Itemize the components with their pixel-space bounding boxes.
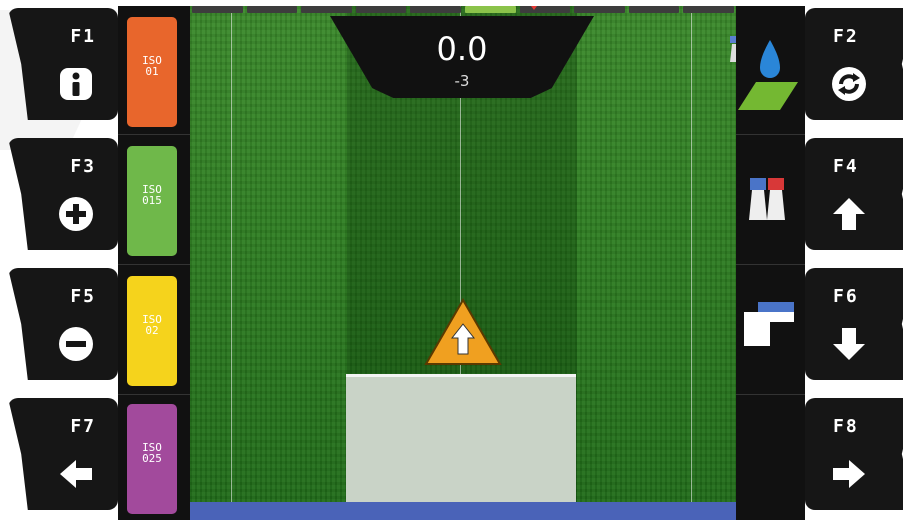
implement-boom	[346, 374, 576, 509]
f2-key[interactable]: F2	[805, 8, 903, 120]
arrow-down-icon	[829, 324, 869, 364]
boom-section	[683, 6, 734, 13]
speed-value: 0.0	[436, 30, 488, 68]
position-marker	[528, 6, 540, 10]
boom-section	[192, 6, 243, 13]
boom-section	[410, 6, 461, 13]
f1-label: F1	[70, 26, 96, 47]
boom-section	[355, 6, 407, 13]
nozzle-pair-icon[interactable]	[736, 174, 805, 234]
minus-icon	[56, 324, 96, 364]
arrow-right-icon	[829, 454, 869, 494]
f4-key[interactable]: F4	[805, 138, 903, 250]
f7-key[interactable]: F7	[8, 398, 118, 510]
iso-separator	[118, 394, 190, 395]
iso-025-button[interactable]: ISO 025	[127, 404, 177, 514]
control-separator	[736, 134, 805, 135]
iso-015-line2: 015	[142, 194, 162, 207]
guidance-line-left	[231, 6, 232, 506]
f6-key[interactable]: F6	[805, 268, 903, 380]
f3-label: F3	[70, 156, 96, 177]
iso-02-line2: 02	[145, 324, 159, 337]
f5-key[interactable]: F5	[8, 268, 118, 380]
boom-section	[464, 6, 516, 13]
refresh-icon	[829, 64, 869, 104]
control-separator	[736, 264, 805, 265]
iso-01-button[interactable]: ISO 01	[127, 17, 177, 127]
arrow-left-icon	[56, 454, 96, 494]
boom-section	[628, 6, 680, 13]
f8-label: F8	[833, 416, 859, 437]
boom-section	[574, 6, 625, 13]
f7-label: F7	[70, 416, 96, 437]
field-view: 0.0 -3	[190, 6, 800, 520]
boom-section	[246, 6, 298, 13]
main-display: ISO 01 ISO 015 ISO 02 ISO 025 0.0 -3	[118, 6, 805, 520]
vehicle-marker	[424, 298, 502, 366]
plus-icon	[56, 194, 96, 234]
iso-01-line2: 01	[145, 65, 159, 78]
info-icon	[56, 64, 96, 104]
guidance-line-right	[691, 6, 692, 506]
iso-025-line2: 025	[142, 452, 162, 465]
bottom-status-bar	[190, 502, 736, 520]
iso-02-button[interactable]: ISO 02	[127, 276, 177, 386]
f2-label: F2	[833, 26, 859, 47]
f4-label: F4	[833, 156, 859, 177]
f6-label: F6	[833, 286, 859, 307]
arrow-up-icon	[829, 194, 869, 234]
boom-fold-icon[interactable]	[736, 298, 805, 358]
f8-key[interactable]: F8	[805, 398, 903, 510]
water-field-icon[interactable]	[736, 36, 805, 120]
iso-015-button[interactable]: ISO 015	[127, 146, 177, 256]
iso-separator	[118, 264, 190, 265]
iso-column: ISO 01 ISO 015 ISO 02 ISO 025	[118, 6, 190, 520]
iso-separator	[118, 134, 190, 135]
boom-section-bar	[190, 6, 736, 16]
control-column	[736, 6, 805, 520]
f5-label: F5	[70, 286, 96, 307]
f3-key[interactable]: F3	[8, 138, 118, 250]
boom-section	[301, 6, 352, 13]
control-separator	[736, 394, 805, 395]
